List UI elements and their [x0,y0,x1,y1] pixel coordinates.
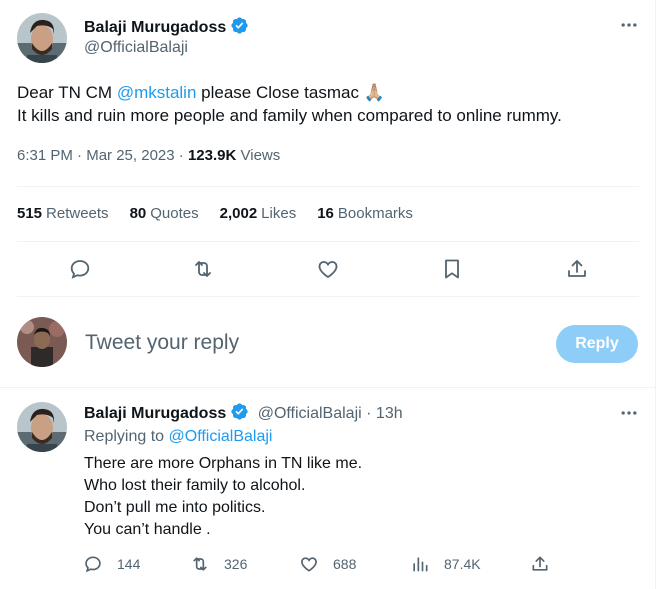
quotes-count: 80 [129,205,147,222]
tweet-text-suffix: please Close tasmac 🙏🏼 [196,83,385,102]
reply-retweet-action[interactable]: 326 [190,552,247,576]
tweet-meta: 6:31 PM · Mar 25, 2023 · 123.9K Views [17,147,280,164]
reply-line: Don’t pull me into politics. [84,499,266,516]
likes-stat[interactable]: 2,002 Likes [220,205,297,222]
retweets-label: Retweets [46,205,109,222]
retweets-count: 515 [17,205,43,222]
retweet-icon [193,557,207,571]
share-icon[interactable] [564,256,590,282]
reply-author-handle[interactable]: @OfficialBalaji [258,405,362,422]
bookmark-icon[interactable] [439,256,465,282]
author-handle[interactable]: @OfficialBalaji [84,39,188,57]
tweet-text-prefix: Dear TN CM [17,83,117,102]
reply-time[interactable]: 13h [376,405,403,422]
like-icon [301,557,317,572]
reply-icon [85,556,101,573]
more-icon[interactable] [617,401,641,425]
more-icon[interactable] [617,13,641,37]
author-avatar[interactable] [17,13,67,63]
like-count: 688 [333,556,357,572]
mention-link[interactable]: @mkstalin [117,83,197,102]
reply-line: You can’t handle . [84,521,211,538]
retweet-count: 326 [224,556,248,572]
tweet-text-line2: It kills and ruin more people and family… [17,106,562,125]
quotes-label: Quotes [150,205,199,222]
reply-count: 144 [117,556,141,572]
views-icon [413,557,428,572]
tweet-actions [0,256,656,284]
reply-like-action[interactable]: 688 [299,552,356,576]
reply-author-name[interactable]: Balaji Murugadoss [84,405,226,422]
reply-icon[interactable] [67,256,93,282]
replying-to-label: Replying to [84,428,165,445]
reply-share-action[interactable] [530,552,564,576]
reply-reply-action[interactable]: 144 [83,552,140,576]
meta-separator: · [178,147,188,164]
reply-header: Balaji Murugadoss @OfficialBalaji · 13h [84,402,403,423]
tweet-text: Dear TN CM @mkstalin please Close tasmac… [17,81,562,127]
bookmarks-stat[interactable]: 16 Bookmarks [317,205,413,222]
tweet-date[interactable]: Mar 25, 2023 [86,147,174,164]
likes-label: Likes [261,205,297,222]
verified-badge-icon [230,16,249,35]
retweet-icon[interactable] [190,256,216,282]
reply-line: There are more Orphans in TN like me. [84,455,363,472]
views-label: Views [240,147,281,164]
reply-author-avatar[interactable] [17,402,67,452]
share-icon [532,556,548,571]
quotes-stat[interactable]: 80 Quotes [130,205,199,222]
views-count: 123.9K [187,147,237,164]
author-name[interactable]: Balaji Murugadoss [84,19,226,36]
reply-line: Who lost their family to alcohol. [84,477,306,494]
views-count: 87.4K [444,556,481,572]
bookmarks-count: 16 [317,205,334,222]
reply-text: There are more Orphans in TN like me. Wh… [84,453,362,541]
reply-views-action[interactable]: 87.4K [410,552,481,576]
bookmarks-label: Bookmarks [337,205,413,222]
verified-badge-icon [230,402,249,421]
tweet-detail-panel: Balaji Murugadoss @OfficialBalaji Dear T… [0,0,656,589]
divider [0,387,656,388]
reply-input[interactable]: Tweet your reply [85,331,239,355]
meta-separator: · [366,405,376,422]
reply-button[interactable]: Reply [556,325,638,363]
user-avatar[interactable] [17,317,67,367]
meta-separator: · [77,147,87,164]
tweet-time[interactable]: 6:31 PM [17,147,73,164]
tweet-stats: 515 Retweets 80 Quotes 2,002 Likes 16 Bookma… [17,205,413,222]
like-icon[interactable] [315,256,341,282]
retweets-stat[interactable]: 515 Retweets [17,205,109,222]
divider [17,296,639,297]
replying-to: Replying to @OfficialBalaji [84,428,272,446]
reply-actions: 144 326 688 87.4K [0,552,656,576]
replying-to-handle[interactable]: @OfficialBalaji [169,428,273,445]
divider [17,241,639,242]
likes-count: 2,002 [219,205,258,222]
divider [17,186,639,187]
